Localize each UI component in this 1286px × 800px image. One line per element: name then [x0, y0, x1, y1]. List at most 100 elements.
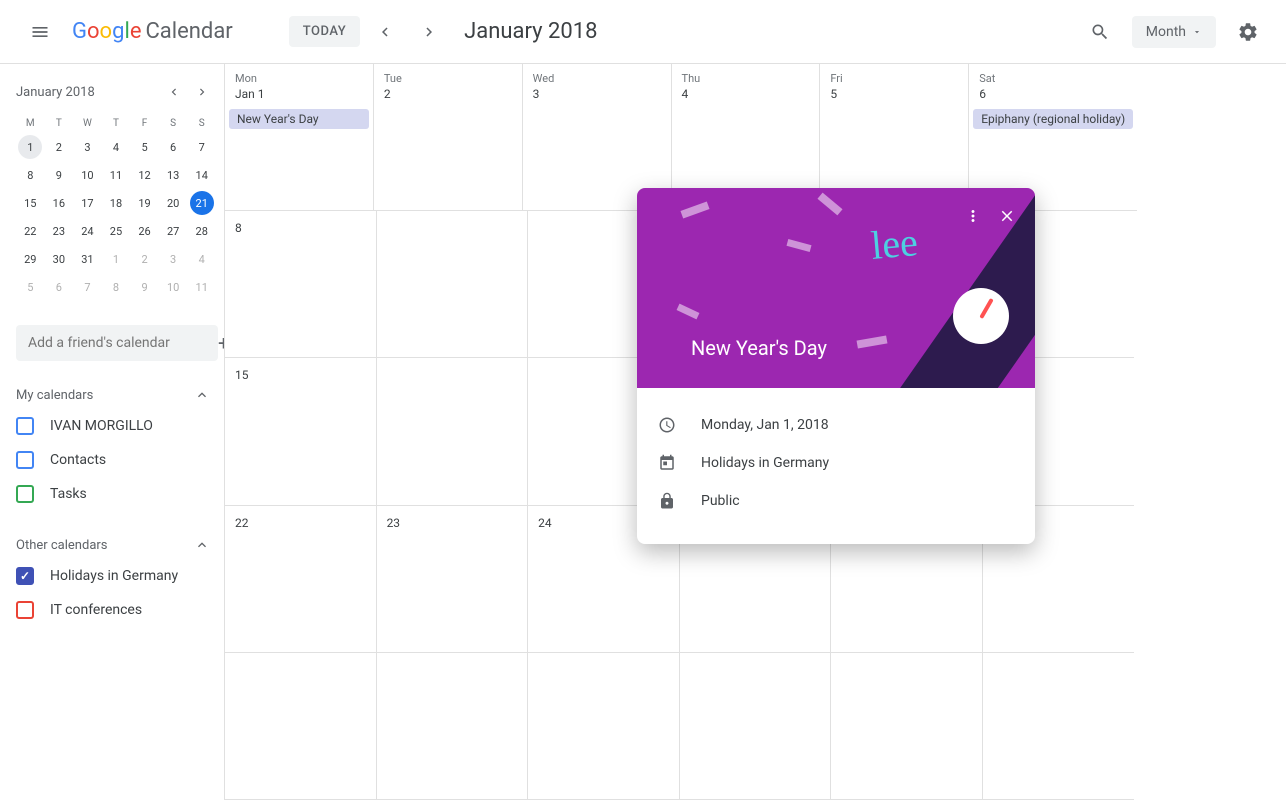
day-cell[interactable] [377, 211, 529, 358]
mini-day-cell[interactable]: 28 [190, 219, 214, 243]
day-cell[interactable]: 22 [225, 506, 377, 653]
mini-prev-button[interactable] [162, 80, 186, 104]
mini-day-cell[interactable]: 27 [161, 219, 185, 243]
mini-day-cell[interactable]: 6 [161, 135, 185, 159]
more-vert-icon [964, 207, 982, 225]
mini-day-cell[interactable]: 8 [104, 275, 128, 299]
other-calendars-toggle[interactable]: Other calendars [16, 531, 210, 559]
my-calendars-toggle[interactable]: My calendars [16, 381, 210, 409]
popup-event-title: New Year's Day [691, 336, 827, 360]
day-cell[interactable]: MonJan 1New Year's Day [225, 64, 374, 211]
day-cell[interactable] [680, 653, 832, 800]
event-chip[interactable]: New Year's Day [229, 109, 369, 129]
day-cell[interactable] [225, 653, 377, 800]
mini-day-cell[interactable]: 10 [75, 163, 99, 187]
search-button[interactable] [1078, 10, 1122, 54]
mini-dow-label: T [45, 114, 74, 133]
popup-calendar-name: Holidays in Germany [701, 455, 829, 471]
calendar-list-item[interactable]: Holidays in Germany [16, 559, 210, 593]
popup-more-button[interactable] [959, 202, 987, 230]
mini-day-cell[interactable]: 17 [75, 191, 99, 215]
calendar-checkbox[interactable] [16, 567, 34, 585]
next-period-button[interactable] [410, 13, 448, 51]
mini-day-cell[interactable]: 9 [133, 275, 157, 299]
mini-day-cell[interactable]: 7 [75, 275, 99, 299]
popup-hero: lee New Year's Day [637, 188, 1035, 388]
mini-day-cell[interactable]: 16 [47, 191, 71, 215]
mini-day-cell[interactable]: 3 [161, 247, 185, 271]
event-popup: lee New Year's Day Monday, Jan 1, 2018 H… [637, 188, 1035, 544]
mini-dow-label: T [102, 114, 131, 133]
mini-day-cell[interactable]: 5 [133, 135, 157, 159]
day-cell[interactable] [528, 653, 680, 800]
mini-day-cell[interactable]: 18 [104, 191, 128, 215]
mini-dow-label: S [159, 114, 188, 133]
mini-day-cell[interactable]: 25 [104, 219, 128, 243]
mini-day-cell[interactable]: 7 [190, 135, 214, 159]
calendar-checkbox[interactable] [16, 601, 34, 619]
calendar-checkbox[interactable] [16, 485, 34, 503]
mini-day-cell[interactable]: 15 [18, 191, 42, 215]
calendar-list-item[interactable]: Contacts [16, 443, 210, 477]
add-friend-calendar-input[interactable] [16, 325, 218, 361]
calendar-list-item[interactable]: Tasks [16, 477, 210, 511]
mini-day-cell[interactable]: 24 [75, 219, 99, 243]
day-cell[interactable]: 8 [225, 211, 377, 358]
calendar-list-item[interactable]: IT conferences [16, 593, 210, 627]
day-cell[interactable] [377, 358, 529, 505]
day-cell[interactable]: 15 [225, 358, 377, 505]
mini-day-cell[interactable]: 2 [133, 247, 157, 271]
mini-day-cell[interactable]: 23 [47, 219, 71, 243]
prev-period-button[interactable] [366, 13, 404, 51]
mini-day-cell[interactable]: 2 [47, 135, 71, 159]
calendar-icon [657, 454, 677, 472]
calendar-checkbox[interactable] [16, 417, 34, 435]
settings-button[interactable] [1226, 10, 1270, 54]
day-cell[interactable]: 23 [377, 506, 529, 653]
day-cell[interactable]: Tue2 [374, 64, 523, 211]
day-cell[interactable] [831, 653, 983, 800]
view-selector[interactable]: Month [1132, 16, 1216, 48]
calendar-list-item[interactable]: IVAN MORGILLO [16, 409, 210, 443]
mini-day-cell[interactable]: 20 [161, 191, 185, 215]
add-calendar-button[interactable]: + [218, 331, 225, 355]
chevron-up-icon [194, 387, 210, 403]
mini-day-cell[interactable]: 31 [75, 247, 99, 271]
calendar-checkbox[interactable] [16, 451, 34, 469]
calendar-label: IT conferences [50, 602, 142, 618]
popup-date: Monday, Jan 1, 2018 [701, 417, 829, 433]
mini-day-cell[interactable]: 6 [47, 275, 71, 299]
mini-day-cell[interactable]: 14 [190, 163, 214, 187]
mini-day-cell[interactable]: 4 [104, 135, 128, 159]
mini-day-cell[interactable]: 3 [75, 135, 99, 159]
mini-next-button[interactable] [190, 80, 214, 104]
mini-day-cell[interactable]: 26 [133, 219, 157, 243]
main-menu-button[interactable] [16, 8, 64, 56]
mini-day-cell[interactable]: 9 [47, 163, 71, 187]
mini-day-cell[interactable]: 11 [190, 275, 214, 299]
day-number: 5 [824, 85, 964, 107]
mini-day-cell[interactable]: 10 [161, 275, 185, 299]
mini-day-cell[interactable]: 11 [104, 163, 128, 187]
mini-day-cell[interactable]: 4 [190, 247, 214, 271]
event-chip[interactable]: Epiphany (regional holiday) [973, 109, 1133, 129]
logo: Google Calendar [72, 19, 233, 44]
day-cell[interactable] [377, 653, 529, 800]
mini-day-cell[interactable]: 12 [133, 163, 157, 187]
day-cell[interactable] [983, 653, 1135, 800]
mini-day-cell[interactable]: 19 [133, 191, 157, 215]
mini-day-cell[interactable]: 30 [47, 247, 71, 271]
mini-day-cell[interactable]: 13 [161, 163, 185, 187]
mini-day-cell[interactable]: 22 [18, 219, 42, 243]
mini-day-cell[interactable]: 5 [18, 275, 42, 299]
mini-day-cell[interactable]: 21 [190, 191, 214, 215]
chevron-up-icon [194, 537, 210, 553]
today-button[interactable]: TODAY [289, 16, 360, 47]
chevron-right-icon [420, 23, 438, 41]
view-selector-label: Month [1146, 24, 1186, 40]
mini-day-cell[interactable]: 8 [18, 163, 42, 187]
mini-day-cell[interactable]: 1 [18, 135, 42, 159]
mini-day-cell[interactable]: 29 [18, 247, 42, 271]
popup-close-button[interactable] [993, 202, 1021, 230]
mini-day-cell[interactable]: 1 [104, 247, 128, 271]
